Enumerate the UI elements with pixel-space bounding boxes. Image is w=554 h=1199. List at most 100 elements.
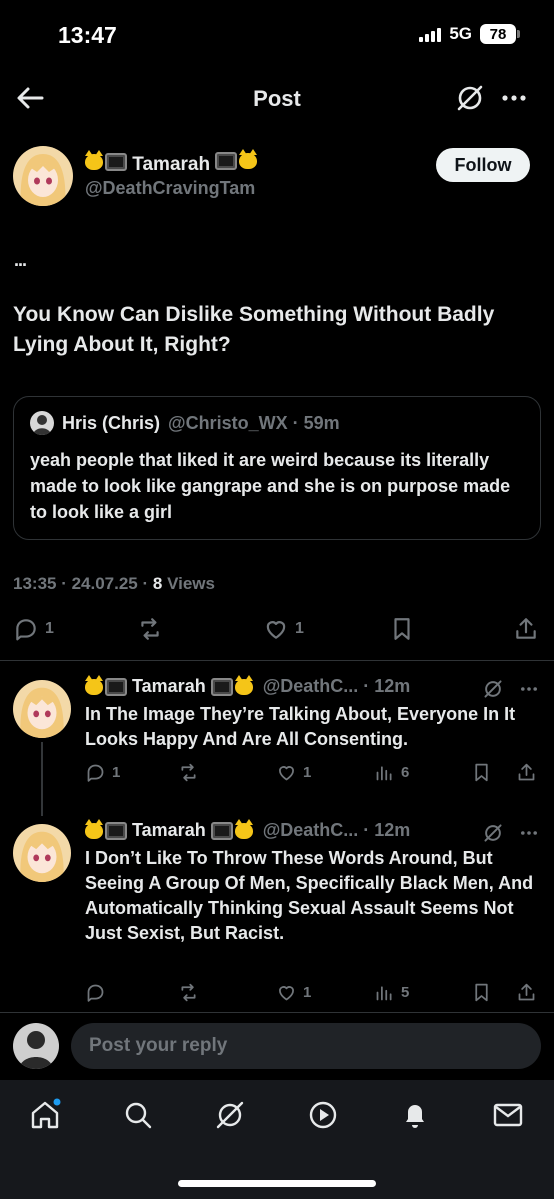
reply-text: I Don’t Like To Throw These Words Around… <box>85 848 534 943</box>
reply-icon <box>87 984 104 1002</box>
post-timestamp: 13:35 · 24.07.25 · <box>13 574 153 593</box>
reply-button[interactable]: 1 <box>13 616 54 642</box>
bookmark-button[interactable] <box>389 616 415 642</box>
reply-input[interactable]: Post your reply <box>71 1023 541 1069</box>
cat-tv-emoji-icon <box>85 150 127 171</box>
repost-icon <box>181 983 196 1002</box>
reply-text: In The Image They’re Talking About, Ever… <box>85 704 516 749</box>
thread-line <box>41 742 43 816</box>
bell-icon[interactable] <box>398 1098 432 1132</box>
reply-count: 1 <box>112 764 121 781</box>
views-button[interactable]: 5 <box>374 982 409 1003</box>
views-count: 5 <box>401 984 410 1001</box>
grok-icon[interactable] <box>454 82 486 114</box>
reply-header: Tamarah @DeathC... · 12m <box>85 674 411 697</box>
home-icon[interactable] <box>28 1098 62 1132</box>
author-handle[interactable]: @DeathCravingTam <box>85 178 255 199</box>
signal-icon <box>419 26 442 42</box>
quoted-post-header: Hris (Chris) @Christo_WX · 59m <box>30 411 340 435</box>
top-nav: Post <box>0 70 554 130</box>
author-name-row[interactable]: Tamarah <box>85 149 258 176</box>
tv-cat-emoji-icon <box>215 149 258 170</box>
status-indicators: 5G 78 <box>419 24 520 44</box>
quoted-author-name: Hris (Chris) <box>62 412 161 433</box>
quoted-post[interactable]: Hris (Chris) @Christo_WX · 59m yeah peop… <box>13 396 541 540</box>
reply-author-handle: @DeathC... · 12m <box>262 820 411 840</box>
reply-author-name[interactable]: Tamarah <box>132 676 206 697</box>
post-actions: 1 1 <box>0 616 554 648</box>
like-button[interactable]: 1 <box>263 616 304 642</box>
reply-author-handle: @DeathC... · 12m <box>262 676 411 696</box>
repost-button[interactable] <box>178 982 199 1003</box>
avatar[interactable] <box>13 680 71 738</box>
quoted-author-handle: @Christo_WX · 59m <box>168 412 340 433</box>
grok-icon[interactable] <box>213 1098 247 1132</box>
status-bar: 13:47 5G 78 <box>0 0 554 70</box>
divider <box>0 660 554 661</box>
reply-icon <box>87 764 104 782</box>
status-time: 13:47 <box>58 22 117 48</box>
views-icon <box>376 986 392 1001</box>
reply-button[interactable]: 1 <box>85 762 120 783</box>
share-button[interactable] <box>513 616 539 642</box>
like-button[interactable]: 1 <box>276 982 311 1003</box>
reply-button[interactable] <box>85 982 112 1003</box>
grok-icon[interactable] <box>482 678 504 700</box>
more-icon[interactable] <box>518 822 540 844</box>
repost-button[interactable] <box>178 762 199 783</box>
like-icon <box>279 986 294 1001</box>
bottom-tab-bar <box>0 1080 554 1199</box>
play-icon[interactable] <box>306 1098 340 1132</box>
views-icon <box>376 766 392 781</box>
views-label: Views <box>162 574 215 593</box>
quoted-post-text: yeah people that liked it are weird beca… <box>30 450 511 522</box>
views-count: 6 <box>401 764 410 781</box>
cat-tv-emoji-icon <box>85 674 127 696</box>
tv-cat-emoji-icon <box>210 818 253 840</box>
more-icon[interactable] <box>518 678 540 700</box>
reply-header: Tamarah @DeathC... · 12m <box>85 818 411 841</box>
reply-author-name[interactable]: Tamarah <box>132 820 206 841</box>
battery-icon: 78 <box>480 24 520 44</box>
author-name: Tamarah <box>132 154 211 175</box>
network-label: 5G <box>449 24 472 43</box>
share-button[interactable] <box>516 762 537 783</box>
search-icon[interactable] <box>121 1098 155 1132</box>
reply-count: 1 <box>45 620 54 637</box>
bookmark-button[interactable] <box>471 982 492 1003</box>
like-count: 1 <box>295 620 304 637</box>
avatar[interactable] <box>13 146 73 206</box>
repost-icon <box>141 618 159 640</box>
repost-button[interactable] <box>137 616 163 642</box>
share-icon <box>518 763 535 781</box>
home-indicator <box>178 1180 376 1187</box>
views-button[interactable]: 6 <box>374 762 409 783</box>
mail-icon[interactable] <box>491 1098 525 1132</box>
cat-tv-emoji-icon <box>85 818 127 840</box>
like-icon <box>279 766 294 781</box>
share-icon <box>516 618 536 639</box>
share-button[interactable] <box>516 982 537 1003</box>
post-text: You Know Can Dislike Something Without B… <box>13 303 495 356</box>
bookmark-icon <box>475 983 488 1002</box>
like-icon <box>266 621 286 639</box>
reply-icon <box>16 619 36 641</box>
like-button[interactable]: 1 <box>276 762 311 783</box>
grok-icon[interactable] <box>482 822 504 844</box>
reply-composer: Post your reply <box>0 1012 554 1080</box>
follow-button[interactable]: Follow <box>436 148 530 182</box>
avatar[interactable] <box>13 824 71 882</box>
tv-cat-emoji-icon <box>210 674 253 696</box>
more-icon[interactable] <box>498 82 530 114</box>
share-icon <box>518 983 535 1001</box>
back-arrow-icon[interactable] <box>14 82 46 114</box>
bookmark-icon <box>394 618 410 640</box>
quoted-avatar <box>30 411 54 435</box>
like-count: 1 <box>303 764 312 781</box>
repost-icon <box>181 763 196 782</box>
bookmark-icon <box>475 763 488 782</box>
like-count: 1 <box>303 984 312 1001</box>
user-avatar[interactable] <box>13 1023 59 1069</box>
bookmark-button[interactable] <box>471 762 492 783</box>
views-count: 8 <box>152 574 163 593</box>
